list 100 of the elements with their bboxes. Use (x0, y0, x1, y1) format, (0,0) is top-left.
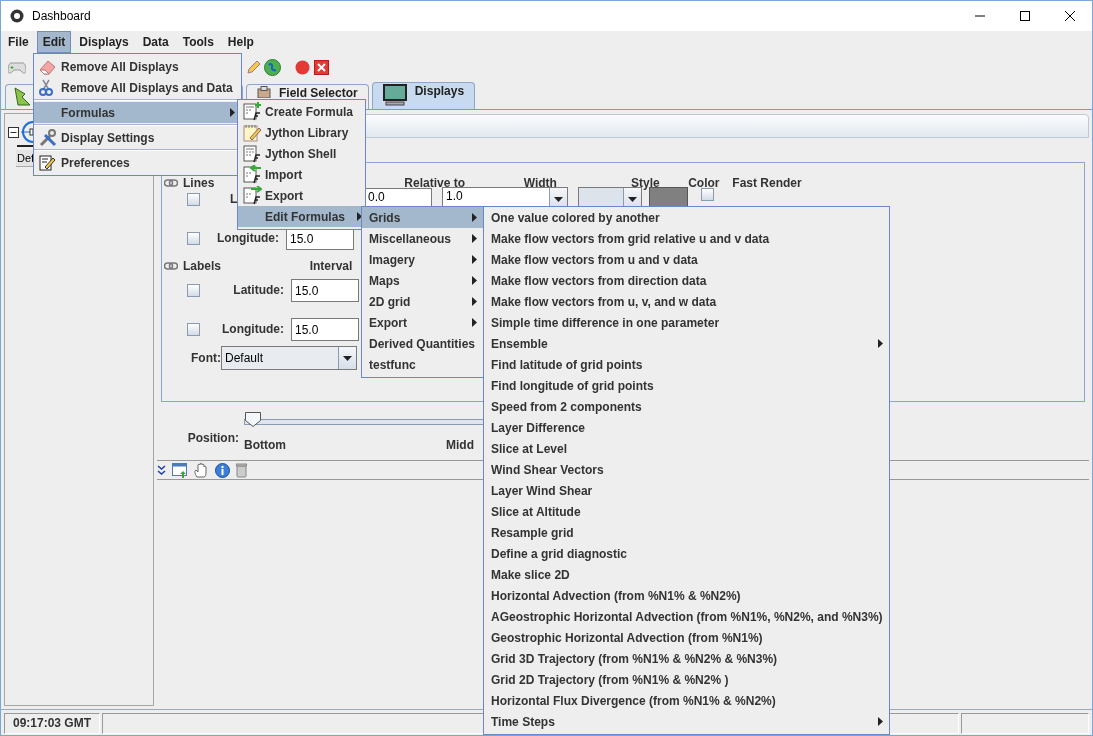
monitor-icon (382, 84, 407, 106)
submenu-arrow-icon (472, 213, 477, 222)
menu-item[interactable]: Imagery (362, 249, 483, 270)
tab[interactable]: Displays (371, 82, 476, 109)
menu-item[interactable]: Grids (362, 207, 483, 228)
link-icon (164, 179, 178, 187)
column-header: Interval (308, 259, 354, 273)
record-icon[interactable] (295, 59, 310, 75)
submenu-arrow-icon (357, 212, 362, 221)
menu-item[interactable]: Miscellaneous (362, 228, 483, 249)
submenu-arrow-icon (472, 297, 477, 306)
hand-icon[interactable] (194, 462, 209, 478)
menu-item[interactable]: Grid 3D Trajectory (from %N1% & %N2% & %N3%) (484, 648, 889, 669)
calculator-icon (243, 165, 262, 184)
menu-item[interactable]: Export (362, 312, 483, 333)
menu[interactable]: Help (221, 31, 260, 53)
menu-item[interactable]: Jython Shell (238, 143, 365, 164)
submenu-arrow-icon (472, 276, 477, 285)
menu[interactable]: Displays (73, 31, 135, 53)
menu-item[interactable]: Make flow vectors from grid relative u and v data (484, 228, 889, 249)
menu-item[interactable]: Ensemble (484, 333, 889, 354)
maximize-icon[interactable] (1019, 10, 1031, 22)
menu-item[interactable]: Speed from 2 components (484, 396, 889, 417)
menu-item[interactable]: Find latitude of grid points (484, 354, 889, 375)
submenu-arrow-icon (472, 234, 477, 243)
tick-label: Midd (446, 438, 474, 452)
scissors-icon (39, 79, 53, 96)
calculator-icon (243, 144, 262, 163)
pencil-icon[interactable] (246, 59, 260, 75)
column-header: Color (687, 176, 721, 190)
eraser-icon (39, 58, 56, 75)
tick-label: Bottom (244, 438, 286, 452)
menu-item[interactable]: Horizontal Advection (from %N1% & %N2%) (484, 585, 889, 606)
menu-item[interactable]: Simple time difference in one parameter (484, 312, 889, 333)
menu-item[interactable]: Export (238, 185, 365, 206)
menu-item[interactable]: Layer Wind Shear (484, 480, 889, 501)
menu-item[interactable]: Jython Library (238, 122, 365, 143)
app-icon (10, 9, 24, 23)
field-label: Latitude: (232, 283, 284, 297)
menu-item[interactable]: Make flow vectors from direction data (484, 270, 889, 291)
window-icon[interactable] (172, 462, 188, 478)
menu-item[interactable]: Make slice 2D (484, 564, 889, 585)
menu-item[interactable]: Geostrophic Horizontal Advection (from %N1%) (484, 627, 889, 648)
menu-item[interactable]: Time Steps (484, 711, 889, 732)
globe-icon[interactable] (264, 58, 281, 76)
menu[interactable]: Tools (176, 31, 220, 53)
menu-item[interactable]: Maps (362, 270, 483, 291)
menu-item[interactable]: Import (238, 164, 365, 185)
menu[interactable]: Edit (36, 31, 72, 53)
menu[interactable]: Data (136, 31, 175, 53)
menu-item[interactable]: Remove All Displays (34, 56, 241, 77)
info-icon[interactable] (215, 462, 230, 478)
field-label: Longitude: (216, 231, 279, 245)
caret-icon (554, 196, 563, 202)
menu-item[interactable]: Slice at Altitude (484, 501, 889, 522)
collapse-icon[interactable] (8, 126, 19, 138)
menu-item[interactable]: Remove All Displays and Data (34, 77, 241, 98)
submenu-arrow-icon (472, 255, 477, 264)
chevrons-icon[interactable] (157, 464, 166, 476)
menu-item[interactable]: testfunc (362, 354, 483, 375)
column-header: Relative to (403, 176, 467, 190)
menu[interactable]: File (2, 31, 35, 53)
status-time: 09:17:03 GMT (4, 713, 101, 734)
link-icon (164, 262, 178, 270)
menu-item[interactable]: Horizontal Flux Divergence (from %N1% & %N2%) (484, 690, 889, 711)
checkbox[interactable] (187, 322, 200, 336)
checkbox[interactable] (187, 192, 200, 206)
input-field[interactable]: 15.0 (291, 317, 359, 341)
window-title: Dashboard (32, 9, 91, 23)
checkbox[interactable] (187, 231, 200, 245)
notepad-icon (243, 123, 261, 142)
close-icon[interactable] (1064, 10, 1076, 22)
menu-item[interactable]: Slice at Level (484, 438, 889, 459)
menu-item[interactable]: Find longitude of grid points (484, 375, 889, 396)
section-title: Lines (183, 176, 215, 190)
tools-icon (39, 128, 57, 147)
menu-item[interactable]: Define a grid diagnostic (484, 543, 889, 564)
menu-item[interactable]: 2D grid (362, 291, 483, 312)
column-header: Fast Render (732, 176, 802, 190)
menu-item[interactable]: Grid 2D Trajectory (from %N1% & %N2% ) (484, 669, 889, 690)
gamepad-icon[interactable] (8, 59, 26, 75)
menu-item[interactable]: Display Settings (34, 127, 241, 148)
menu-item[interactable]: Make flow vectors from u, v, and w data (484, 291, 889, 312)
submenu-arrow-icon (472, 318, 477, 327)
menu-item[interactable]: Make flow vectors from u and v data (484, 249, 889, 270)
slider-thumb[interactable] (245, 412, 261, 427)
calculator-icon (243, 186, 262, 205)
menu-item[interactable]: Resample grid (484, 522, 889, 543)
input-field[interactable]: 15.0 (291, 278, 359, 302)
menu-item[interactable]: Layer Difference (484, 417, 889, 438)
menu-item[interactable]: Preferences (34, 152, 241, 173)
field-label: Position: (186, 431, 239, 447)
font-dropdown[interactable]: Default (221, 346, 357, 370)
checkbox[interactable] (187, 283, 200, 297)
checkbox[interactable] (701, 188, 714, 201)
field-label: Longitude: (221, 322, 284, 336)
stop-icon[interactable] (314, 59, 329, 75)
menu-item[interactable]: AGeostrophic Horizontal Advection (from %N1%, %N2%, and %N3%) (484, 606, 889, 627)
menu-item[interactable]: Wind Shear Vectors (484, 459, 889, 480)
trash-icon[interactable] (236, 462, 247, 478)
